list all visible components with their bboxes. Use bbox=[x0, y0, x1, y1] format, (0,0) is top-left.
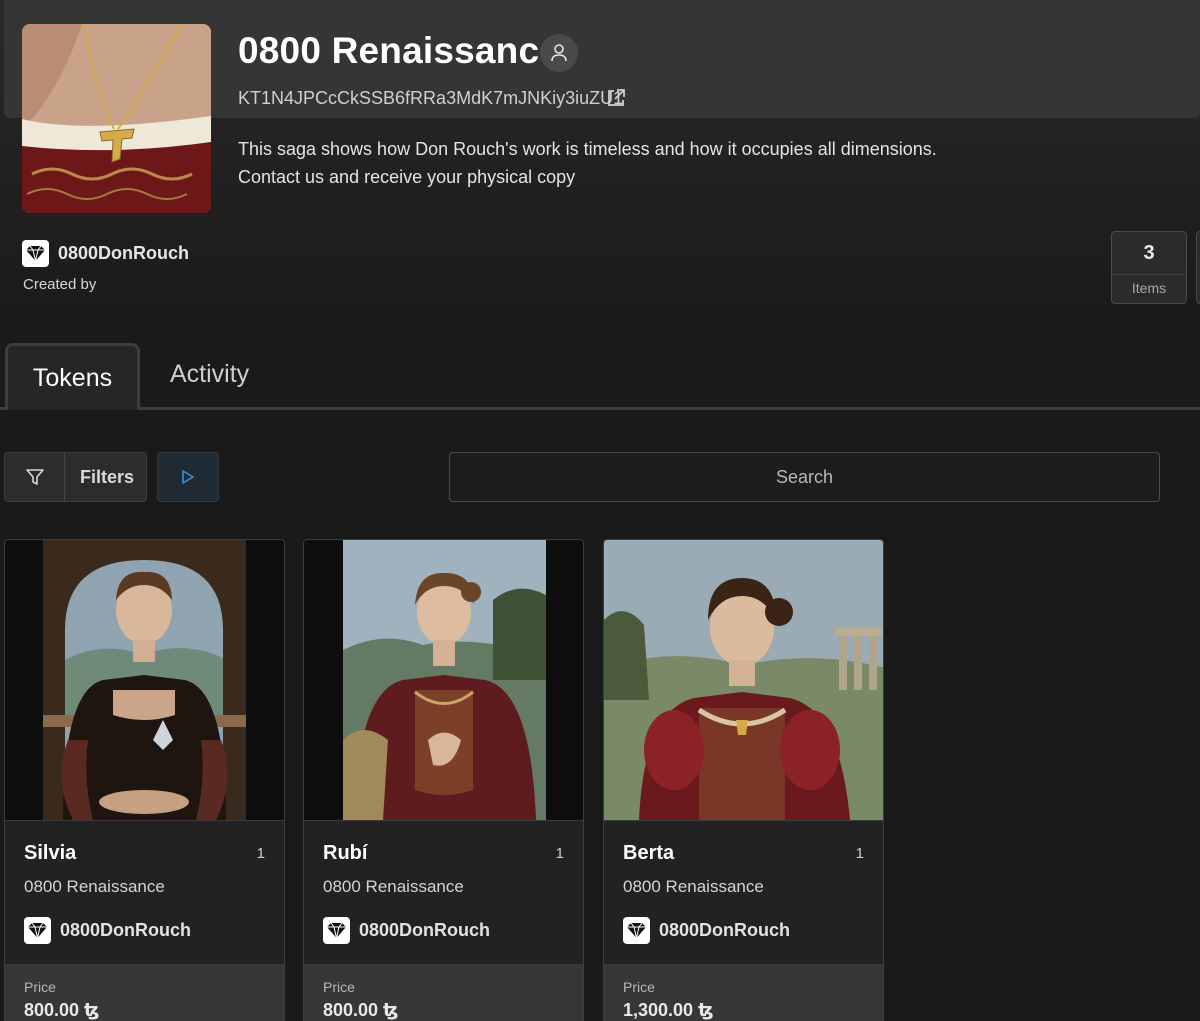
funnel-icon bbox=[25, 469, 44, 485]
token-card-rubi[interactable]: Rubí 1 0800 Renaissance 0800DonRouch Pri… bbox=[303, 539, 584, 1021]
token-creator[interactable]: 0800DonRouch bbox=[623, 917, 790, 944]
token-creator[interactable]: 0800DonRouch bbox=[24, 917, 191, 944]
items-count: 3 bbox=[1143, 242, 1155, 264]
diamond-logo-icon bbox=[28, 922, 47, 939]
price-label: Price bbox=[24, 979, 56, 995]
token-collection-name[interactable]: 0800 Renaissance bbox=[24, 877, 165, 897]
price-value: 800.00 ꜩ bbox=[323, 1000, 399, 1020]
collection-title: 0800 Renaissance bbox=[238, 30, 561, 71]
price-label: Price bbox=[323, 979, 355, 995]
user-icon bbox=[551, 44, 567, 62]
play-button[interactable] bbox=[157, 452, 219, 502]
tab-activity[interactable]: Activity bbox=[170, 360, 249, 389]
tab-tokens[interactable]: Tokens bbox=[5, 343, 140, 410]
search-input[interactable] bbox=[449, 452, 1160, 502]
token-title[interactable]: Berta bbox=[623, 842, 674, 865]
play-icon bbox=[182, 470, 194, 484]
token-price-area: Price 800.00 ꜩ bbox=[5, 964, 284, 1021]
tabs-underline bbox=[0, 407, 1200, 410]
creator-name: 0800DonRouch bbox=[58, 243, 190, 263]
filters-label: Filters bbox=[80, 466, 135, 487]
token-creator-name: 0800DonRouch bbox=[359, 920, 491, 940]
token-image-silvia[interactable] bbox=[5, 540, 284, 820]
token-edition-count: 1 bbox=[555, 845, 564, 862]
diamond-logo-icon bbox=[627, 922, 646, 939]
collection-cover-image bbox=[22, 24, 211, 213]
items-label: Items bbox=[1131, 280, 1167, 296]
creator-avatar bbox=[24, 917, 51, 944]
token-creator-name: 0800DonRouch bbox=[60, 920, 192, 940]
collection-description: This saga shows how Don Rouch's work is … bbox=[238, 139, 937, 187]
creator-avatar bbox=[323, 917, 350, 944]
items-stat: 3 Items bbox=[1111, 231, 1187, 304]
card-separator bbox=[604, 820, 883, 821]
contract-address[interactable]: KT1N4JPCcCkSSB6fRRa3MdK7mJNKiy3iuZU1 bbox=[238, 88, 623, 109]
token-edition-count: 1 bbox=[256, 845, 265, 862]
token-price-area: Price 800.00 ꜩ bbox=[304, 964, 583, 1021]
diamond-logo-icon bbox=[327, 922, 346, 939]
profile-button[interactable] bbox=[540, 34, 578, 72]
creator-avatar bbox=[623, 917, 650, 944]
diamond-logo-icon bbox=[26, 245, 45, 262]
card-separator bbox=[304, 820, 583, 821]
token-price-area: Price 1,300.00 ꜩ bbox=[604, 964, 883, 1021]
price-value: 1,300.00 ꜩ bbox=[623, 1000, 714, 1020]
filters-button[interactable]: Filters bbox=[4, 452, 147, 502]
token-edition-count: 1 bbox=[855, 845, 864, 862]
token-title[interactable]: Silvia bbox=[24, 842, 76, 865]
token-collection-name[interactable]: 0800 Renaissance bbox=[623, 877, 764, 897]
token-title[interactable]: Rubí bbox=[323, 842, 367, 865]
token-card-silvia[interactable]: Silvia 1 0800 Renaissance 0800DonRouch P… bbox=[4, 539, 285, 1021]
created-by-label: Created by bbox=[23, 276, 97, 293]
creator-avatar bbox=[22, 240, 49, 267]
external-link-icon[interactable] bbox=[605, 87, 627, 109]
next-stat-box bbox=[1196, 231, 1200, 304]
token-image-berta[interactable] bbox=[604, 540, 883, 820]
price-value: 800.00 ꜩ bbox=[24, 1000, 100, 1020]
token-collection-name[interactable]: 0800 Renaissance bbox=[323, 877, 464, 897]
token-card-berta[interactable]: Berta 1 0800 Renaissance 0800DonRouch Pr… bbox=[603, 539, 884, 1021]
filter-icon-wrap bbox=[5, 453, 65, 501]
creator-link[interactable]: 0800DonRouch bbox=[22, 240, 189, 267]
stat-divider bbox=[1112, 274, 1186, 275]
token-creator[interactable]: 0800DonRouch bbox=[323, 917, 490, 944]
price-label: Price bbox=[623, 979, 655, 995]
token-creator-name: 0800DonRouch bbox=[659, 920, 791, 940]
token-image-rubi[interactable] bbox=[304, 540, 583, 820]
card-separator bbox=[5, 820, 284, 821]
